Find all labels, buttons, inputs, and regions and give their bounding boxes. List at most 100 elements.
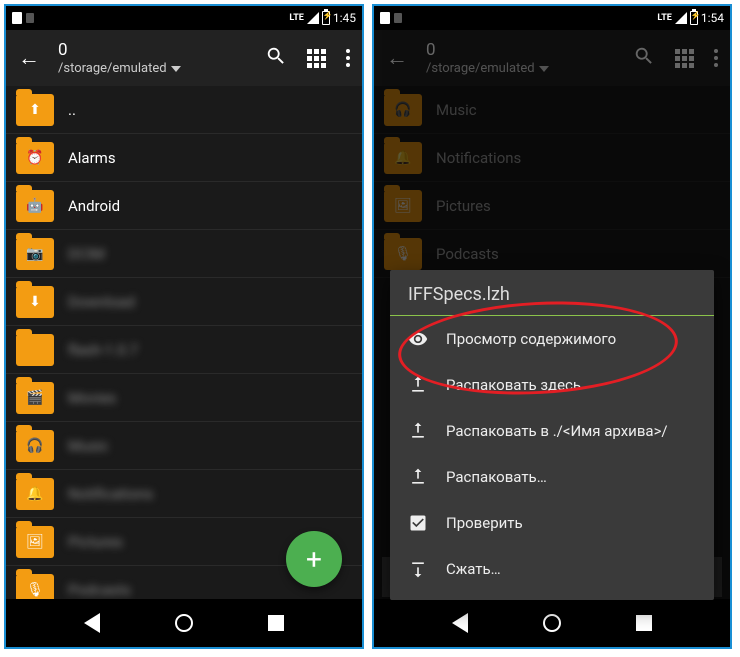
folder-icon: 🔔 <box>384 142 422 174</box>
nav-back-button[interactable] <box>452 613 468 633</box>
file-name: Notifications <box>68 485 338 503</box>
file-name: Music <box>436 101 706 119</box>
file-row[interactable]: ⬇ Download <box>6 278 362 326</box>
nav-home-button[interactable] <box>175 614 193 632</box>
overflow-menu-icon[interactable] <box>714 49 718 67</box>
nav-recent-button[interactable] <box>636 615 652 631</box>
context-menu-item[interactable]: Сжать… <box>390 546 714 592</box>
file-row[interactable]: 🎬 Movies <box>6 374 362 422</box>
context-menu-item[interactable]: Просмотр содержимого <box>390 316 714 362</box>
file-row[interactable]: 🔔 Notifications <box>374 134 730 182</box>
extract-dots-icon <box>408 467 428 487</box>
file-row[interactable]: 🎧 Music <box>6 422 362 470</box>
file-row[interactable]: 📷 DCIM <box>6 230 362 278</box>
file-row[interactable]: ⬆ .. <box>6 86 362 134</box>
file-list[interactable]: ⬆ .. ⏰ Alarms 🤖 Android 📷 DCIM ⬇ Downloa… <box>6 86 362 599</box>
folder-icon: 🎙 <box>384 238 422 270</box>
path-title: 0 <box>58 39 247 61</box>
nav-recent-button[interactable] <box>268 615 284 631</box>
app-header: ← 0 /storage/emulated <box>6 30 362 86</box>
folder-icon: 🎧 <box>16 430 54 462</box>
folder-icon: 🤖 <box>16 190 54 222</box>
folder-icon: 📷 <box>16 238 54 270</box>
status-bar: LTE 1:54 <box>374 6 730 30</box>
file-name: flash-1.0.7 <box>68 341 338 359</box>
menu-item-label: Распаковать… <box>446 468 547 486</box>
folder-icon: 🖼 <box>16 526 54 558</box>
phone-screenshot-left: LTE 1:45 ← 0 /storage/emulated ⬆ .. ⏰ Al… <box>4 4 364 649</box>
path-selector[interactable]: 0 /storage/emulated <box>426 39 615 78</box>
file-row[interactable]: flash-1.0.7 <box>6 326 362 374</box>
sd-card-icon-2 <box>394 13 402 23</box>
context-menu-item[interactable]: Проверить <box>390 500 714 546</box>
clock-time: 1:45 <box>333 11 356 25</box>
menu-item-label: Распаковать здесь <box>446 376 581 394</box>
context-menu-item[interactable]: Распаковать в ./<Имя архива>/ <box>390 408 714 454</box>
dropdown-triangle-icon <box>171 66 181 72</box>
path-subtitle: /storage/emulated <box>58 61 247 78</box>
file-name: Notifications <box>436 149 706 167</box>
overflow-menu-icon[interactable] <box>346 49 350 67</box>
status-bar: LTE 1:45 <box>6 6 362 30</box>
context-menu-title: IFFSpecs.lzh <box>390 270 714 316</box>
file-name: Podcasts <box>68 581 338 599</box>
search-icon[interactable] <box>265 45 287 71</box>
extract-to-icon <box>408 421 428 441</box>
file-row[interactable]: 🖼 Pictures <box>374 182 730 230</box>
file-name: Movies <box>68 389 338 407</box>
file-row[interactable]: 🎧 Music <box>374 86 730 134</box>
file-name: DCIM <box>68 245 338 263</box>
fab-add-button[interactable]: + <box>286 531 342 587</box>
grid-view-icon[interactable] <box>307 49 326 68</box>
file-name: Alarms <box>68 149 338 167</box>
folder-icon: 🔔 <box>16 478 54 510</box>
context-menu: IFFSpecs.lzh Просмотр содержимого Распак… <box>390 270 714 600</box>
folder-icon: 🎙 <box>16 574 54 600</box>
folder-icon: ⬆ <box>16 94 54 126</box>
menu-item-label: Просмотр содержимого <box>446 330 616 348</box>
app-header: ← 0 /storage/emulated <box>374 30 730 86</box>
phone-screenshot-right: LTE 1:54 ← 0 /storage/emulated 🎧 Music 🔔… <box>372 4 732 649</box>
file-name: Music <box>68 437 338 455</box>
menu-item-label: Проверить <box>446 514 523 532</box>
lte-label: LTE <box>657 13 672 23</box>
folder-icon: 🎧 <box>384 94 422 126</box>
back-arrow-icon[interactable]: ← <box>18 45 40 71</box>
folder-icon <box>16 334 54 366</box>
battery-icon <box>690 11 698 25</box>
nav-home-button[interactable] <box>543 614 561 632</box>
grid-view-icon[interactable] <box>675 49 694 68</box>
path-title: 0 <box>426 39 615 61</box>
lte-label: LTE <box>289 13 304 23</box>
file-name: Podcasts <box>436 245 706 263</box>
search-icon[interactable] <box>633 45 655 71</box>
extract-icon <box>408 375 428 395</box>
folder-icon: 🎬 <box>16 382 54 414</box>
dropdown-triangle-icon <box>539 66 549 72</box>
compress-icon <box>408 559 428 579</box>
sd-card-icon <box>380 12 390 24</box>
file-row[interactable]: 🔔 Notifications <box>6 470 362 518</box>
menu-item-label: Распаковать в ./<Имя архива>/ <box>446 422 668 440</box>
folder-icon: 🖼 <box>384 190 422 222</box>
path-subtitle: /storage/emulated <box>426 61 615 78</box>
sd-card-icon-2 <box>26 13 34 23</box>
signal-icon <box>307 12 319 24</box>
file-row[interactable]: 🤖 Android <box>6 182 362 230</box>
context-menu-item[interactable]: Распаковать здесь <box>390 362 714 408</box>
battery-icon <box>322 11 330 25</box>
nav-bar <box>374 599 730 647</box>
eye-icon <box>408 329 428 349</box>
clock-time: 1:54 <box>701 11 724 25</box>
context-menu-item[interactable]: Распаковать… <box>390 454 714 500</box>
path-selector[interactable]: 0 /storage/emulated <box>58 39 247 78</box>
file-name: Pictures <box>436 197 706 215</box>
signal-icon <box>675 12 687 24</box>
file-row[interactable]: ⏰ Alarms <box>6 134 362 182</box>
nav-back-button[interactable] <box>84 613 100 633</box>
check-icon <box>408 513 428 533</box>
file-name: Download <box>68 293 338 311</box>
file-name: Android <box>68 197 338 215</box>
back-arrow-icon[interactable]: ← <box>386 45 408 71</box>
sd-card-icon <box>12 12 22 24</box>
